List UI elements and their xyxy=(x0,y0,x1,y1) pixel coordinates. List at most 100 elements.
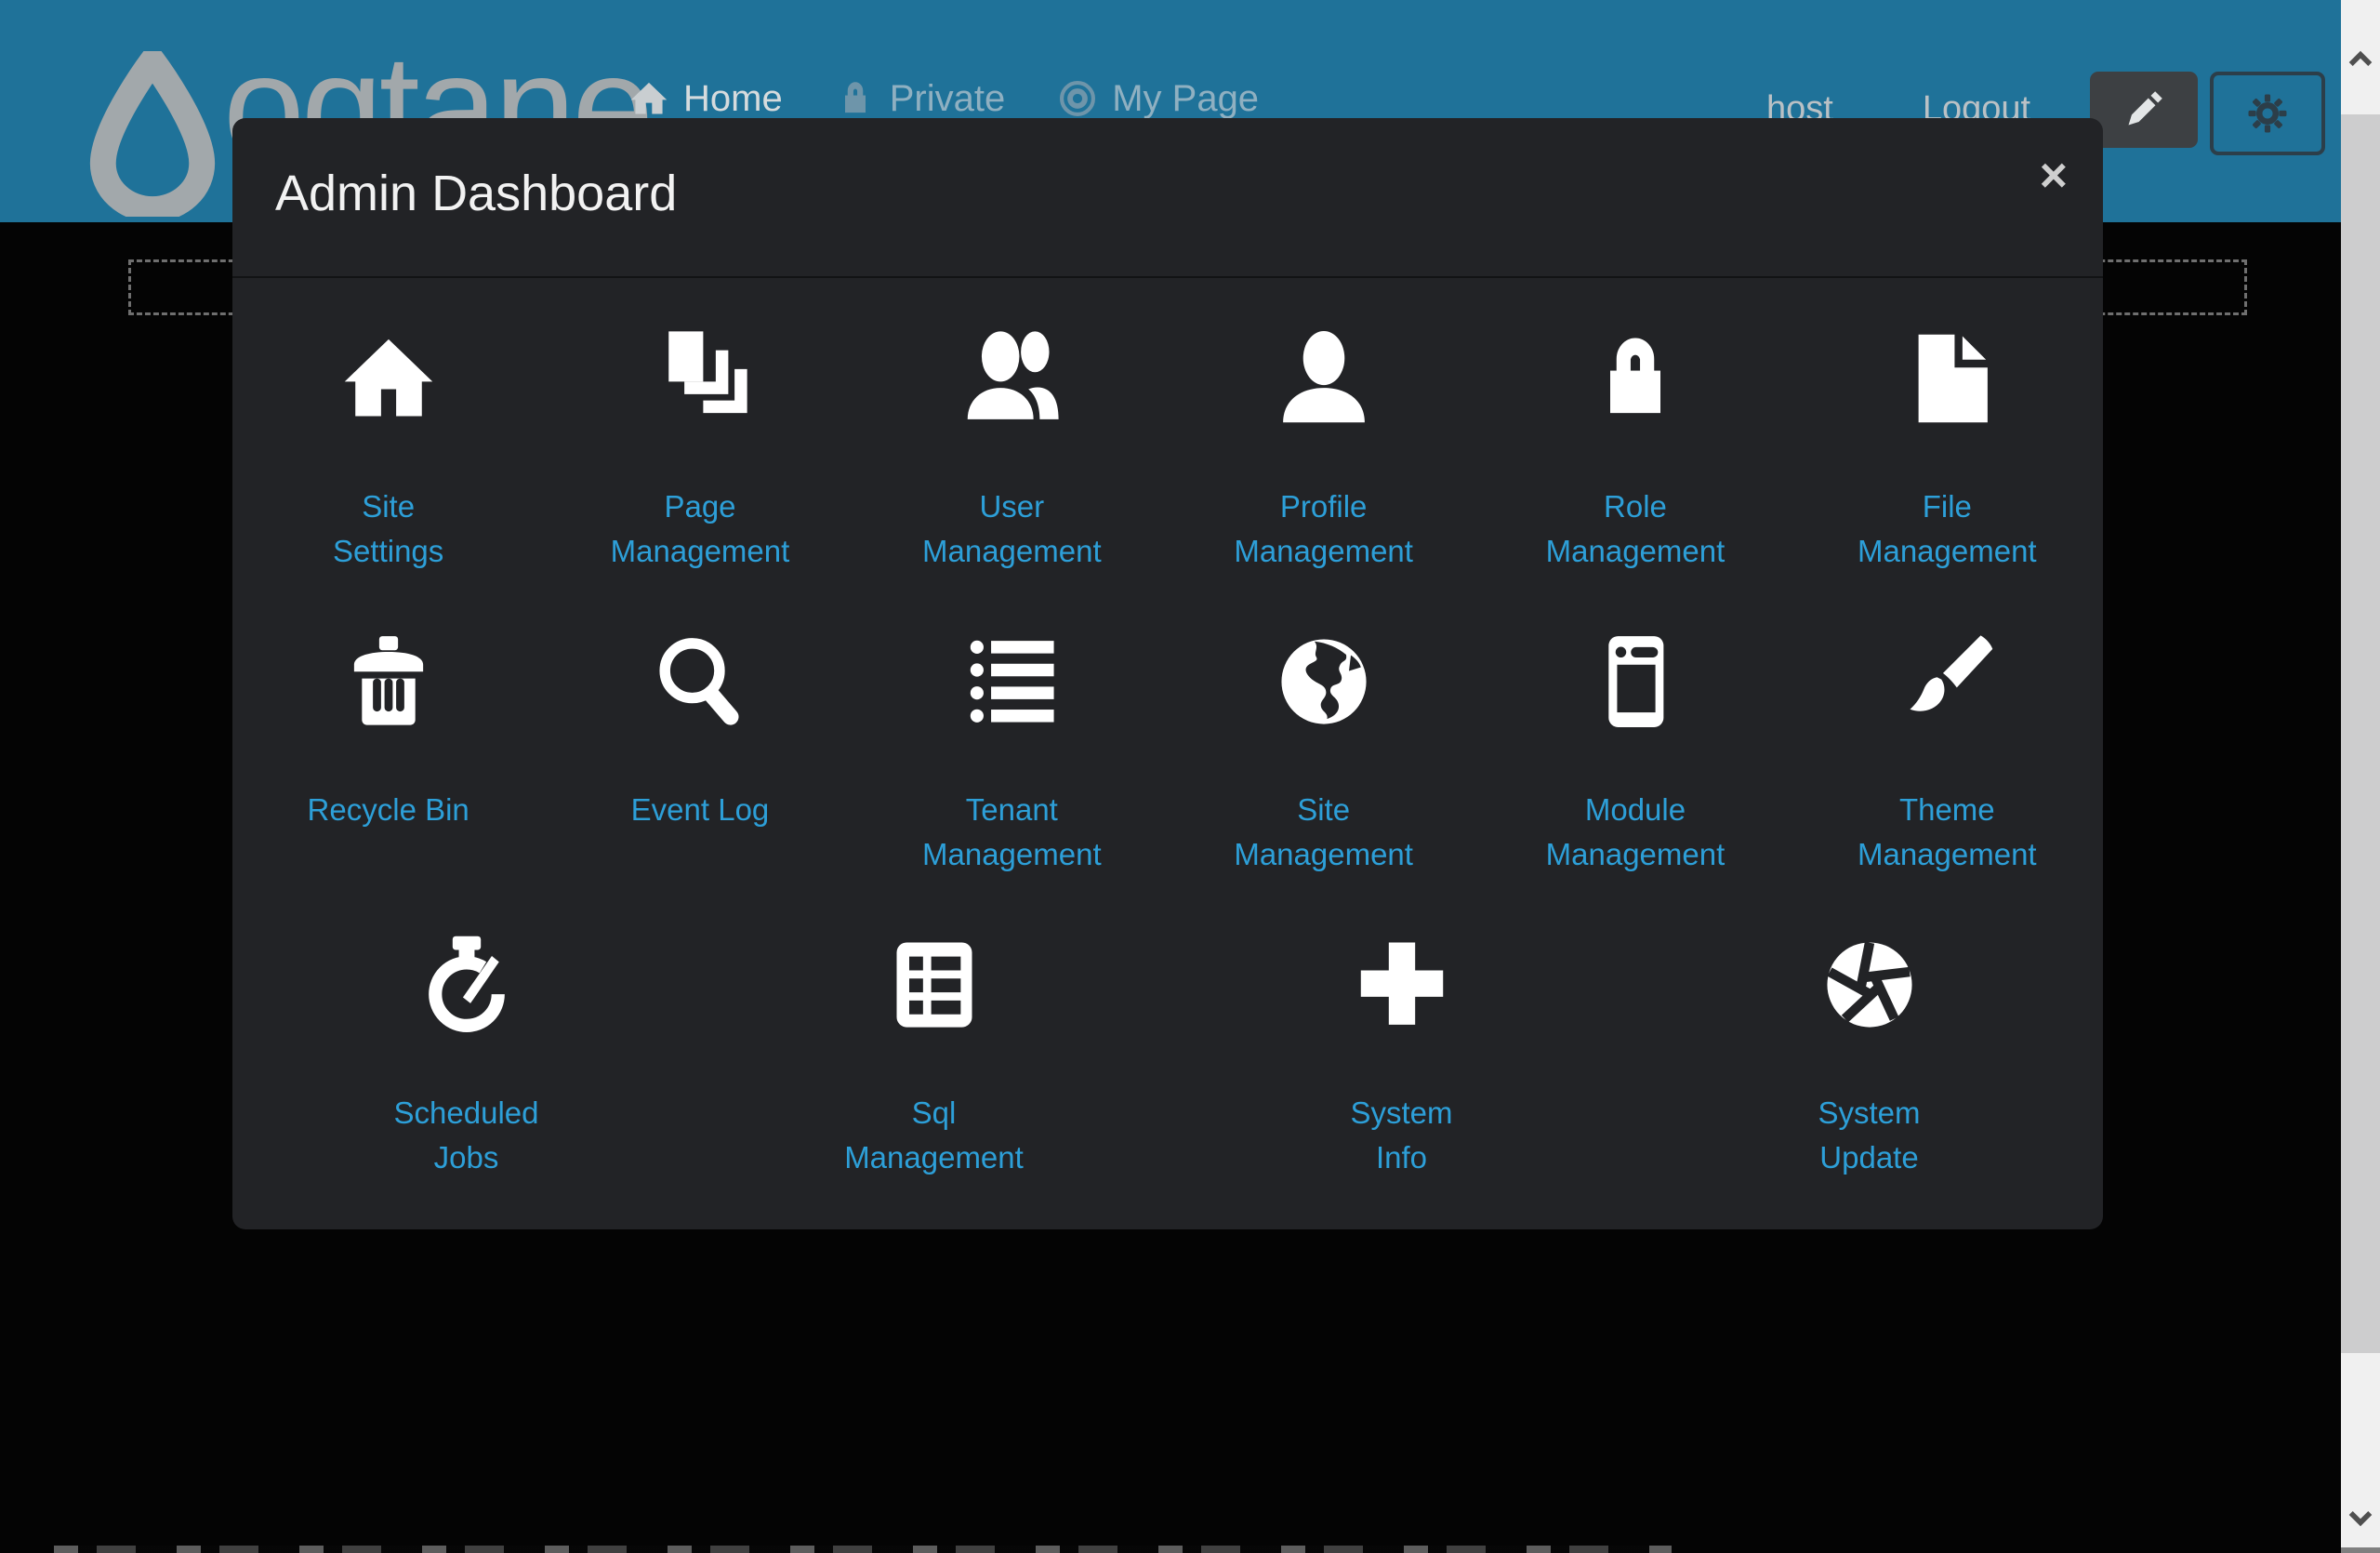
tile-label-line: Sql xyxy=(700,1091,1168,1135)
timer-icon xyxy=(232,933,700,1037)
tile-label-line: Role xyxy=(1479,484,1791,529)
tile-label-line: Jobs xyxy=(232,1135,700,1180)
nav-item-home[interactable]: Home xyxy=(628,78,783,120)
site-logo[interactable]: oqtane xyxy=(82,51,223,217)
tile-label: ScheduledJobs xyxy=(232,1091,700,1180)
home-icon xyxy=(232,326,544,431)
tile-theme-management[interactable]: ThemeManagement xyxy=(1792,581,2103,877)
nav-label: Private xyxy=(890,78,1006,120)
vertical-scrollbar[interactable] xyxy=(2341,0,2380,1553)
tile-file-management[interactable]: FileManagement xyxy=(1792,278,2103,574)
aperture-icon xyxy=(1635,933,2103,1037)
tile-label-line: Management xyxy=(1792,832,2103,877)
magnifier-icon xyxy=(544,630,855,734)
droplet-icon xyxy=(82,51,223,217)
tile-site-settings[interactable]: SiteSettings xyxy=(232,278,544,574)
user-icon xyxy=(1168,326,1479,431)
tile-label-line: Update xyxy=(1635,1135,2103,1180)
tile-row: Recycle BinEvent LogTenantManagementSite… xyxy=(232,581,2103,877)
tile-label: PageManagement xyxy=(544,484,855,574)
tile-label-line: Management xyxy=(1168,529,1479,574)
admin-dashboard-modal: Admin Dashboard × SiteSettingsPageManage… xyxy=(232,118,2103,1229)
tile-label-line: Management xyxy=(700,1135,1168,1180)
tile-label-line: Settings xyxy=(232,529,544,574)
tile-label-line: Management xyxy=(544,529,855,574)
edit-mode-button[interactable] xyxy=(2090,72,2198,148)
tile-label-line: Info xyxy=(1168,1135,1635,1180)
tile-user-management[interactable]: UserManagement xyxy=(856,278,1168,574)
tile-label: RoleManagement xyxy=(1479,484,1791,574)
tile-label: UserManagement xyxy=(856,484,1168,574)
tile-label-line: File xyxy=(1792,484,2103,529)
page-settings-button[interactable] xyxy=(2210,72,2325,155)
file-icon xyxy=(1792,326,2103,431)
tile-label: Recycle Bin xyxy=(232,788,544,832)
tile-label-line: Recycle Bin xyxy=(232,788,544,832)
tile-role-management[interactable]: RoleManagement xyxy=(1479,278,1791,574)
tile-label: SqlManagement xyxy=(700,1091,1168,1180)
chevron-up-icon xyxy=(2347,46,2374,70)
tile-label-line: Page xyxy=(544,484,855,529)
tile-label-line: Site xyxy=(1168,788,1479,832)
modal-header: Admin Dashboard × xyxy=(232,118,2103,278)
plus-icon xyxy=(1168,933,1635,1037)
brush-icon xyxy=(1792,630,2103,734)
tile-tenant-management[interactable]: TenantManagement xyxy=(856,581,1168,877)
tile-label-line: Management xyxy=(1168,832,1479,877)
lock-icon xyxy=(1479,326,1791,431)
tile-label: SiteSettings xyxy=(232,484,544,574)
tile-label-line: Scheduled xyxy=(232,1091,700,1135)
tile-sql-management[interactable]: SqlManagement xyxy=(700,884,1168,1180)
clipped-bottom-content xyxy=(54,1546,1672,1553)
tile-label: ModuleManagement xyxy=(1479,788,1791,877)
tile-site-management[interactable]: SiteManagement xyxy=(1168,581,1479,877)
tile-label: ThemeManagement xyxy=(1792,788,2103,877)
nav-label: My Page xyxy=(1112,78,1259,120)
scrollbar-down-button[interactable] xyxy=(2341,1492,2380,1547)
tile-label-line: Management xyxy=(1479,832,1791,877)
users-icon xyxy=(856,326,1168,431)
nav-item-my-page[interactable]: My Page xyxy=(1057,78,1259,120)
tile-module-management[interactable]: ModuleManagement xyxy=(1479,581,1791,877)
tile-label-line: User xyxy=(856,484,1168,529)
tile-label-line: Profile xyxy=(1168,484,1479,529)
tile-label-line: Management xyxy=(856,529,1168,574)
close-icon[interactable]: × xyxy=(2040,152,2068,200)
tile-label-line: Management xyxy=(856,832,1168,877)
tile-label: SiteManagement xyxy=(1168,788,1479,877)
modal-body: SiteSettingsPageManagementUserManagement… xyxy=(232,278,2103,1180)
tile-label-line: System xyxy=(1635,1091,2103,1135)
scrollbar-bottom-edge xyxy=(2341,1547,2380,1553)
tile-label-line: Event Log xyxy=(544,788,855,832)
tile-label: FileManagement xyxy=(1792,484,2103,574)
screen: oqtane HomePrivateMy Page hostLogout Adm… xyxy=(0,0,2380,1553)
tile-recycle-bin[interactable]: Recycle Bin xyxy=(232,581,544,877)
tile-label-line: Management xyxy=(1479,529,1791,574)
tile-label-line: Management xyxy=(1792,529,2103,574)
tile-row: SiteSettingsPageManagementUserManagement… xyxy=(232,278,2103,574)
nav-label: Home xyxy=(683,78,783,120)
tile-profile-management[interactable]: ProfileManagement xyxy=(1168,278,1479,574)
scrollbar-up-button[interactable] xyxy=(2341,0,2380,114)
tile-label-line: System xyxy=(1168,1091,1635,1135)
scrollbar-thumb[interactable] xyxy=(2341,114,2380,1353)
chevron-down-icon xyxy=(2347,1507,2374,1532)
tile-label: ProfileManagement xyxy=(1168,484,1479,574)
target-icon xyxy=(1057,78,1098,119)
tile-label: SystemUpdate xyxy=(1635,1091,2103,1180)
tile-event-log[interactable]: Event Log xyxy=(544,581,855,877)
nav-item-private[interactable]: Private xyxy=(835,78,1006,120)
spreadsheet-icon xyxy=(700,933,1168,1037)
globe-icon xyxy=(1168,630,1479,734)
tile-row: ScheduledJobsSqlManagementSystemInfoSyst… xyxy=(232,884,2103,1180)
tile-label: SystemInfo xyxy=(1168,1091,1635,1180)
tile-label: TenantManagement xyxy=(856,788,1168,877)
modal-title: Admin Dashboard xyxy=(275,165,677,222)
lock-icon xyxy=(835,78,876,119)
tile-scheduled-jobs[interactable]: ScheduledJobs xyxy=(232,884,700,1180)
gear-icon xyxy=(2243,89,2292,138)
tile-label-line: Module xyxy=(1479,788,1791,832)
tile-system-update[interactable]: SystemUpdate xyxy=(1635,884,2103,1180)
tile-page-management[interactable]: PageManagement xyxy=(544,278,855,574)
tile-system-info[interactable]: SystemInfo xyxy=(1168,884,1635,1180)
